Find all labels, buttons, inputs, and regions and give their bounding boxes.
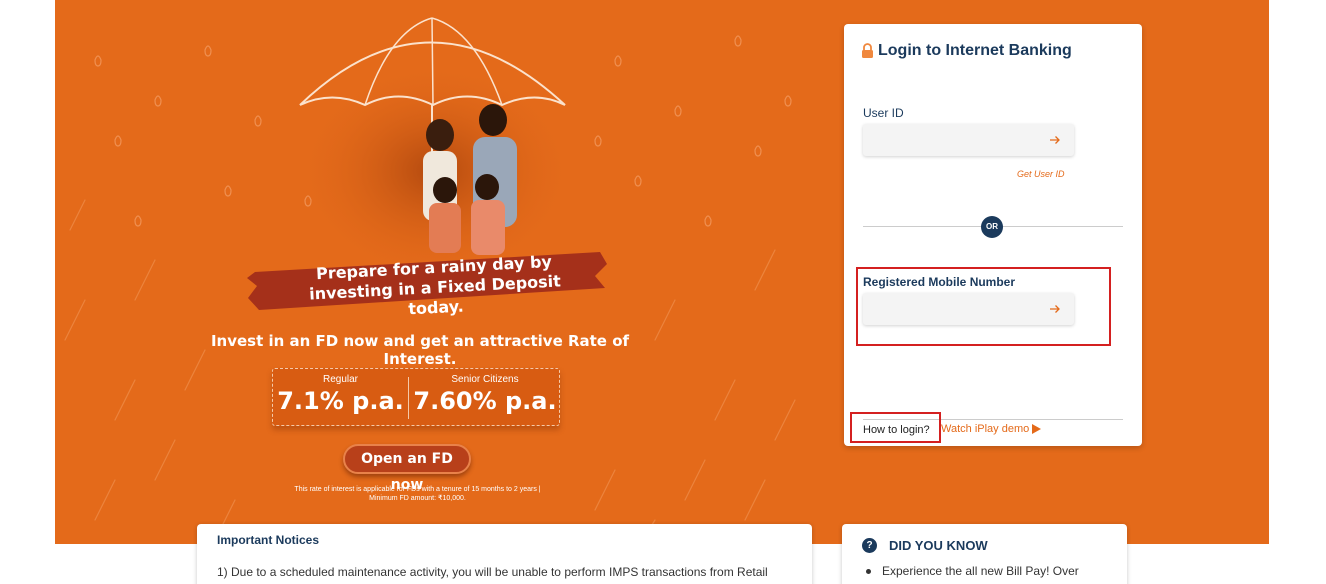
or-badge: OR — [981, 216, 1003, 238]
user-id-input[interactable] — [863, 124, 1043, 156]
regular-rate-label: Regular — [322, 374, 359, 385]
play-icon — [1032, 424, 1042, 434]
regular-rate: Regular 7.1% p.a. — [273, 369, 408, 425]
page: Prepare for a rainy day by investing in … — [0, 0, 1326, 584]
question-icon: ? — [862, 538, 877, 553]
interest-rate-box: Regular 7.1% p.a. Senior Citizens 7.60% … — [272, 368, 560, 426]
mobile-number-input[interactable] — [863, 293, 1043, 325]
fd-promo: Prepare for a rainy day by investing in … — [55, 0, 815, 544]
senior-rate-value: 7.60% p.a. — [413, 387, 557, 415]
senior-rate: Senior Citizens 7.60% p.a. — [409, 369, 561, 425]
regular-rate-value: 7.1% p.a. — [277, 387, 404, 415]
how-to-login-link[interactable]: How to login? — [850, 412, 941, 443]
notice-item: 1) Due to a scheduled maintenance activi… — [217, 565, 768, 579]
arrow-right-icon[interactable] — [1048, 133, 1062, 147]
did-you-know-text: DID YOU KNOW — [889, 538, 988, 553]
banner-subheadline: Invest in an FD now and get an attractiv… — [210, 332, 630, 368]
watch-demo-link[interactable]: Watch iPlay demo — [941, 423, 1042, 435]
did-you-know-item-text: Experience the all new Bill Pay! Over — [882, 564, 1079, 578]
did-you-know-item: Experience the all new Bill Pay! Over — [866, 564, 1079, 578]
fine-print-line-2: Minimum FD amount: ₹10,000. — [369, 495, 466, 502]
lock-icon — [862, 43, 873, 58]
watch-demo-label: Watch iPlay demo — [941, 423, 1030, 435]
rate-fine-print: This rate of interest is applicable for … — [235, 485, 600, 503]
login-card: Login to Internet Banking User ID Get Us… — [844, 24, 1142, 446]
notices-title: Important Notices — [217, 533, 320, 547]
get-user-id-link[interactable]: Get User ID — [1017, 169, 1065, 179]
user-id-label: User ID — [863, 106, 904, 120]
login-title-text: Login to Internet Banking — [878, 42, 1072, 59]
user-id-field — [863, 124, 1074, 156]
open-fd-button[interactable]: Open an FD now — [343, 444, 471, 493]
important-notices-card: Important Notices 1) Due to a scheduled … — [197, 524, 812, 584]
did-you-know-title: ? DID YOU KNOW — [862, 538, 988, 553]
senior-rate-label: Senior Citizens — [451, 374, 519, 385]
family-photo — [423, 104, 517, 255]
mobile-number-field — [863, 293, 1074, 325]
did-you-know-card: ? DID YOU KNOW Experience the all new Bi… — [842, 524, 1127, 584]
fine-print-line-1: This rate of interest is applicable for … — [294, 486, 541, 493]
bullet-icon — [866, 569, 871, 575]
arrow-right-icon[interactable] — [1048, 302, 1062, 316]
login-title: Login to Internet Banking — [861, 42, 1072, 60]
mobile-number-label: Registered Mobile Number — [863, 275, 1016, 289]
